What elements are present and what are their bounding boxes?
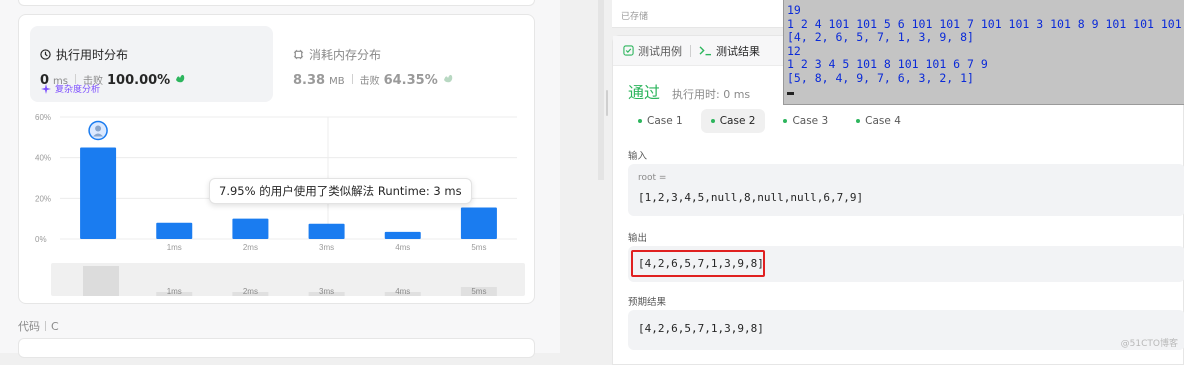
input-label: 输入 <box>628 151 648 162</box>
avatar-head <box>95 125 102 132</box>
runtime-distribution-chart[interactable]: 0% 20% 40% 60% 1ms 2ms 3ms 4ms 5ms 1ms 2ms 3ms 4ms 5m… <box>0 0 560 300</box>
y-tick-label: 60% <box>35 113 51 122</box>
minimap-label: 4ms <box>395 287 410 296</box>
chart-bar <box>384 231 421 239</box>
case-tab-2[interactable]: Case 2 <box>700 109 766 133</box>
console-line: 1 2 4 101 101 5 6 101 101 7 101 101 3 10… <box>787 16 1182 31</box>
input-key: root = <box>638 173 667 183</box>
case-label: Case 2 <box>719 115 756 127</box>
case-label: Case 3 <box>792 115 829 127</box>
code-box <box>18 338 535 358</box>
console-line: [4, 2, 6, 5, 7, 1, 3, 9, 8] <box>787 30 974 44</box>
expected-box[interactable]: [4,2,6,5,7,1,3,9,8] <box>628 310 1184 350</box>
y-tick-label: 40% <box>35 154 51 163</box>
result-status: 通过 <box>628 83 661 102</box>
case-tabs: Case 1 Case 2 Case 3 Case 4 <box>628 109 911 133</box>
console-line: 12 <box>787 43 801 58</box>
pass-dot <box>638 119 642 123</box>
input-value: [1,2,3,4,5,null,8,null,null,6,7,9] <box>638 191 864 204</box>
chart-bar <box>156 222 193 239</box>
input-box[interactable]: root = [1,2,3,4,5,null,8,null,null,6,7,9… <box>628 164 1184 216</box>
saved-status-text: 已存储 <box>621 12 649 22</box>
case-tab-4[interactable]: Case 4 <box>846 109 911 133</box>
chart-bar <box>232 218 269 239</box>
console-window: 19 1 2 4 101 101 5 6 101 101 7 101 101 3… <box>783 0 1184 105</box>
tab-testcase[interactable]: 测试用例 <box>623 43 682 59</box>
result-summary: 通过 执行用时: 0 ms <box>628 79 750 103</box>
console-line: 19 <box>787 3 801 17</box>
pass-dot <box>783 119 788 123</box>
chart-tooltip: 7.95% 的用户使用了类似解法 Runtime: 3 ms <box>209 178 472 204</box>
expected-value: [4,2,6,5,7,1,3,9,8] <box>638 322 764 335</box>
tab-testresult-label: 测试结果 <box>716 44 760 58</box>
output-label: 输出 <box>628 233 648 244</box>
case-label: Case 4 <box>865 115 901 127</box>
checkbox-icon <box>623 45 634 56</box>
x-tick-label: 2ms <box>243 243 258 252</box>
case-tab-1[interactable]: Case 1 <box>628 109 693 133</box>
chart-bar <box>460 207 497 239</box>
console-line: [5, 8, 4, 9, 7, 6, 3, 2, 1] <box>787 70 974 85</box>
minimap-label: 5ms <box>471 287 486 296</box>
x-tick-label: 5ms <box>471 243 486 252</box>
chart-bar <box>80 147 117 239</box>
minimap-label: 2ms <box>243 287 258 296</box>
chart-bar <box>308 223 345 239</box>
terminal-icon <box>699 46 711 56</box>
minimap-window <box>83 266 119 296</box>
console-line: 1 2 3 4 5 101 8 101 101 6 7 9 <box>787 57 988 71</box>
case-tab-3[interactable]: Case 3 <box>773 109 838 133</box>
result-time: 执行用时: 0 ms <box>672 88 751 101</box>
tab-separator <box>690 44 691 57</box>
minimap-label: 1ms <box>167 287 182 296</box>
minimap-label: 3ms <box>319 287 334 296</box>
code-label: 代码 <box>18 320 40 333</box>
pass-dot <box>856 119 861 123</box>
tab-testcase-label: 测试用例 <box>638 44 682 58</box>
console-cursor <box>787 92 794 95</box>
y-tick-label: 20% <box>35 194 51 203</box>
y-tick-label: 0% <box>35 235 47 244</box>
case-label: Case 1 <box>647 115 683 127</box>
code-language: C <box>51 319 59 333</box>
pass-dot <box>710 119 715 123</box>
x-tick-label: 3ms <box>319 243 334 252</box>
chart-minimap <box>51 263 525 296</box>
watermark: @51CTO博客 <box>1120 339 1178 349</box>
x-tick-label: 1ms <box>167 243 182 252</box>
code-section-label: 代码 C <box>18 318 59 334</box>
x-tick-label: 4ms <box>395 243 410 252</box>
divider-track <box>598 0 604 180</box>
code-label-separator <box>45 321 46 331</box>
resize-handle[interactable] <box>606 90 608 116</box>
expected-label: 预期结果 <box>628 297 667 308</box>
left-panel: 执行用时分布 0 ms 击败 100.00% 复杂度分析 消耗内存分布 8.38… <box>0 0 560 358</box>
output-highlight-box <box>631 250 765 277</box>
tab-testresult[interactable]: 测试结果 <box>699 43 760 59</box>
